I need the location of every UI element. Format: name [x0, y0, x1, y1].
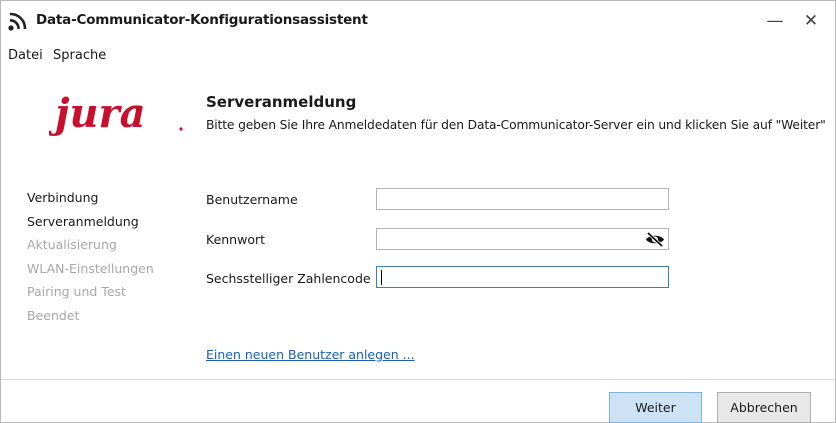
page-subtitle: Bitte geben Sie Ihre Anmeldedaten für de…: [206, 118, 826, 132]
window-title: Data-Communicator-Konfigurationsassisten…: [36, 12, 368, 28]
step-item-aktualisierung: Aktualisierung: [27, 237, 117, 252]
menu-sprache[interactable]: Sprache: [53, 48, 106, 63]
text-caret: [381, 270, 382, 285]
step-item-serveranmeldung: Serveranmeldung: [27, 213, 139, 229]
username-label: Benutzername: [206, 192, 298, 207]
jura-logo: jura: [49, 90, 183, 137]
step-list: Verbindung Serveranmeldung Aktualisierun…: [27, 186, 154, 327]
password-label: Kennwort: [206, 232, 266, 247]
close-button[interactable]: ✕: [796, 9, 826, 33]
logo-text: jura: [49, 90, 146, 137]
code-field[interactable]: [376, 266, 669, 288]
step-item-pairing-und-test: Pairing und Test: [27, 284, 126, 299]
wizard-window: Data-Communicator-Konfigurationsassisten…: [0, 0, 836, 423]
username-field[interactable]: [376, 188, 669, 210]
title-bar[interactable]: Data-Communicator-Konfigurationsassisten…: [1, 1, 835, 41]
menu-datei[interactable]: Datei: [8, 48, 43, 63]
footer-divider: [1, 379, 835, 380]
step-item-wlan-einstellungen: WLAN-Einstellungen: [27, 260, 154, 276]
page-title: Serveranmeldung: [206, 93, 357, 111]
step-item-beendet: Beendet: [27, 307, 80, 323]
wifi-signal-icon: [8, 12, 27, 31]
eye-slash-icon[interactable]: [645, 232, 665, 247]
code-label: Sechsstelliger Zahlencode: [206, 271, 371, 286]
password-field[interactable]: [376, 228, 669, 250]
minimize-button[interactable]: —: [760, 9, 790, 33]
cancel-button[interactable]: Abbrechen: [717, 392, 811, 423]
next-button[interactable]: Weiter: [609, 392, 702, 423]
step-item-verbindung: Verbindung: [27, 190, 99, 205]
create-user-link[interactable]: Einen neuen Benutzer anlegen ...: [206, 347, 415, 362]
